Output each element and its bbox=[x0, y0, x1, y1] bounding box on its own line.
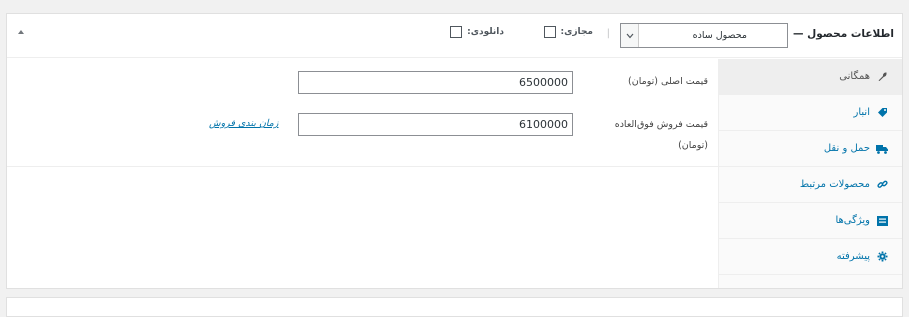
tab-label: پیشرفته bbox=[836, 251, 870, 262]
sale-price-label: قیمت فروش فوق‌العاده bbox=[614, 119, 708, 130]
tab-linked-products[interactable]: محصولات مرتبط bbox=[719, 167, 902, 203]
product-data-tabs: همگانی انبار حمل و نقل محصولات مرتبط ویژ… bbox=[718, 59, 902, 288]
truck-icon bbox=[876, 143, 888, 155]
tag-icon bbox=[876, 107, 888, 119]
sale-price-value: 6100000 bbox=[519, 118, 568, 131]
sale-price-input[interactable]: 6100000 bbox=[298, 113, 573, 136]
sale-price-unit-label: (تومان) bbox=[678, 140, 708, 151]
list-icon bbox=[876, 215, 888, 227]
next-metabox bbox=[6, 297, 903, 317]
collapse-toggle-icon[interactable] bbox=[18, 30, 24, 34]
virtual-checkbox[interactable] bbox=[543, 26, 556, 38]
tab-label: انبار bbox=[853, 107, 870, 118]
gear-icon bbox=[876, 251, 888, 263]
tab-label: حمل و نقل bbox=[823, 143, 870, 154]
tab-inventory[interactable]: انبار bbox=[719, 95, 902, 131]
product-data-metabox: اطلاعات محصول — محصول ساده | مجازی: دانل… bbox=[6, 13, 903, 289]
wrench-icon bbox=[876, 71, 888, 83]
virtual-option[interactable]: مجازی: bbox=[543, 26, 593, 38]
tab-general[interactable]: همگانی bbox=[719, 59, 902, 95]
regular-price-value: 6500000 bbox=[519, 76, 568, 89]
product-type-select[interactable]: محصول ساده bbox=[620, 23, 788, 48]
product-type-value: محصول ساده bbox=[692, 30, 747, 41]
downloadable-checkbox[interactable] bbox=[450, 26, 463, 38]
metabox-title: اطلاعات محصول — bbox=[792, 28, 894, 40]
tab-label: همگانی bbox=[839, 71, 870, 82]
tab-label: ویژگی‌ها bbox=[835, 215, 870, 226]
downloadable-option[interactable]: دانلودی: bbox=[450, 26, 504, 38]
link-icon bbox=[876, 179, 888, 191]
virtual-label: مجازی: bbox=[560, 27, 593, 37]
header-separator: | bbox=[606, 28, 610, 39]
schedule-sale-link[interactable]: زمان بندی فروش bbox=[209, 118, 279, 129]
chevron-down-icon bbox=[621, 24, 639, 47]
regular-price-input[interactable]: 6500000 bbox=[298, 71, 573, 94]
tab-shipping[interactable]: حمل و نقل bbox=[719, 131, 902, 167]
regular-price-label: قیمت اصلی (تومان) bbox=[628, 76, 708, 87]
downloadable-label: دانلودی: bbox=[467, 27, 504, 37]
metabox-header: اطلاعات محصول — محصول ساده | مجازی: دانل… bbox=[7, 14, 902, 58]
tab-advanced[interactable]: پیشرفته bbox=[719, 239, 902, 275]
tab-attributes[interactable]: ویژگی‌ها bbox=[719, 203, 902, 239]
general-panel: قیمت اصلی (تومان) 6500000 قیمت فروش فوق‌… bbox=[7, 59, 718, 167]
tab-label: محصولات مرتبط bbox=[799, 179, 870, 190]
